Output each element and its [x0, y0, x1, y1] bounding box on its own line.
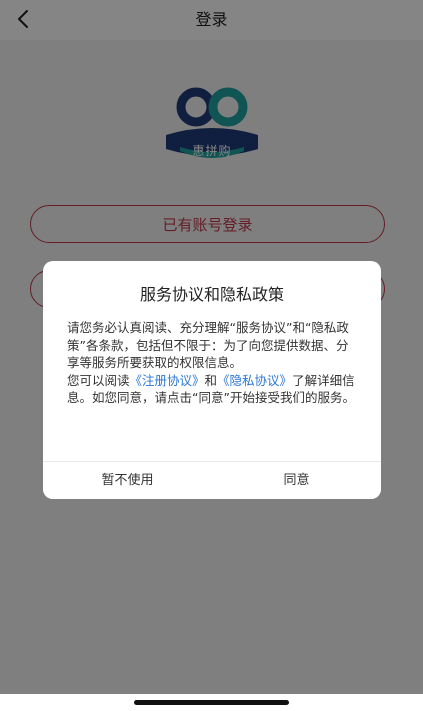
privacy-agreement-link[interactable]: 《隐私协议》: [217, 373, 292, 388]
home-indicator[interactable]: [134, 700, 289, 705]
dialog-title: 服务协议和隐私政策: [139, 285, 284, 304]
dialog-paragraph-2: 您可以阅读《注册协议》和《隐私协议》了解详细信息。如您同意，请点击“同意”开始接…: [67, 372, 359, 407]
agreement-dialog: 服务协议和隐私政策 请您务必认真阅读、充分理解“服务协议”和“隐私政策”各条款，…: [43, 261, 381, 499]
home-indicator-area: [0, 694, 423, 711]
para2-and: 和: [204, 372, 218, 388]
para2-prefix: 您可以阅读: [67, 372, 130, 388]
dialog-paragraph-1: 请您务必认真阅读、充分理解“服务协议”和“隐私政策”各条款，包括但不限于：为了向…: [67, 320, 349, 371]
agree-button[interactable]: 同意: [212, 462, 381, 499]
dialog-body: 请您务必认真阅读、充分理解“服务协议”和“隐私政策”各条款，包括但不限于：为了向…: [67, 319, 359, 407]
decline-button[interactable]: 暂不使用: [43, 462, 212, 499]
register-agreement-link[interactable]: 《注册协议》: [130, 373, 205, 388]
